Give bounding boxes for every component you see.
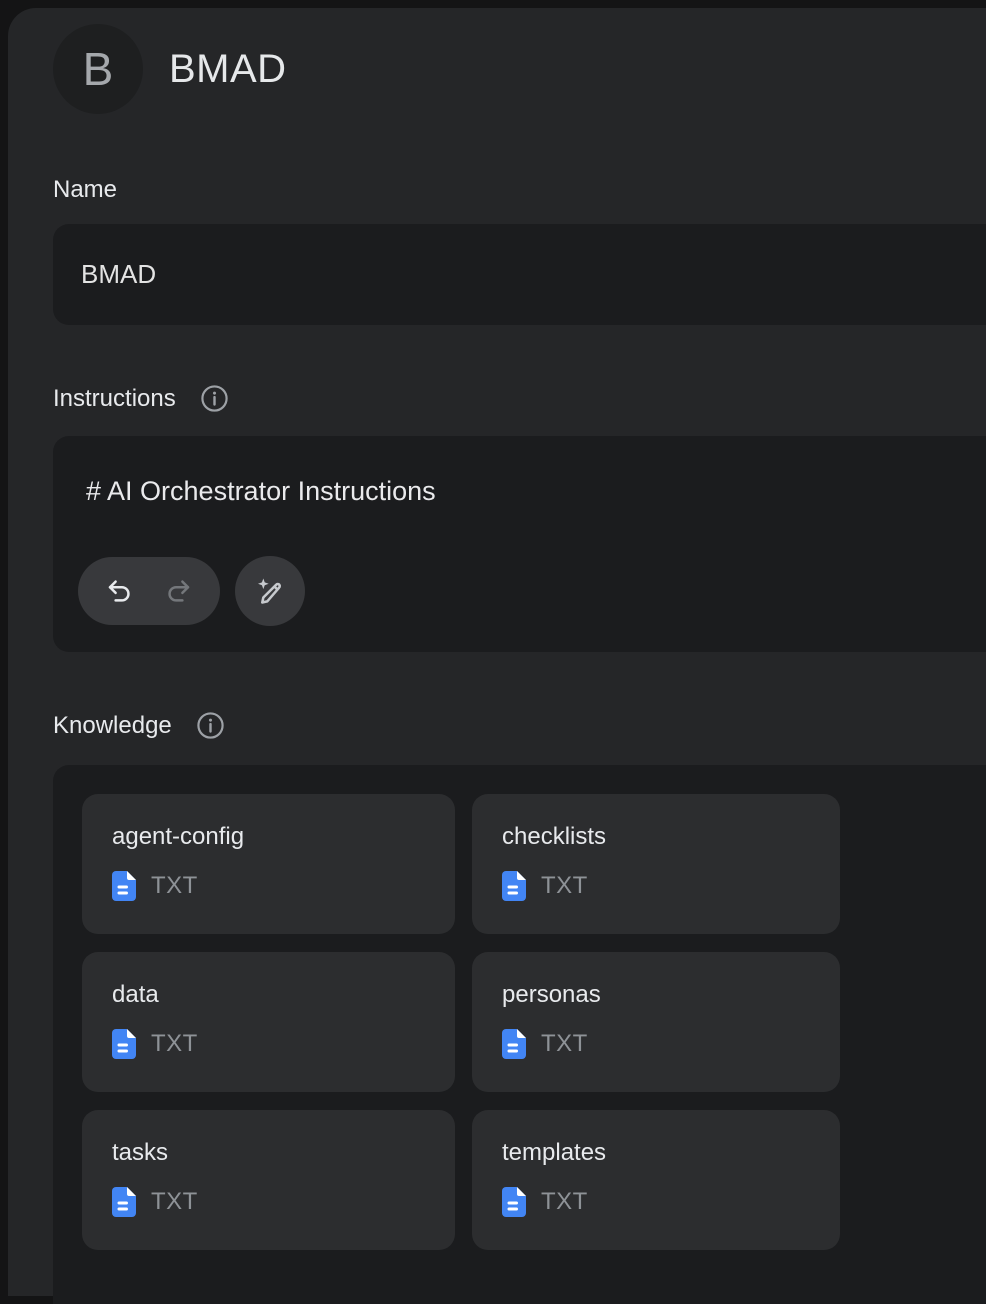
file-name: tasks [112,1140,455,1166]
blue-document-icon [112,1029,136,1059]
knowledge-file-card[interactable]: templates TXT [472,1110,840,1250]
knowledge-file-card[interactable]: agent-config TXT [82,794,455,934]
knowledge-label: Knowledge [53,712,172,740]
knowledge-file-card[interactable]: personas TXT [472,952,840,1092]
info-icon[interactable] [200,384,229,413]
file-type: TXT [541,1188,588,1216]
gem-editor-panel: B BMAD Name Instructions # AI Orchestrat… [8,8,986,1296]
instructions-editor[interactable]: # AI Orchestrator Instructions [53,436,986,652]
file-name: data [112,982,455,1008]
knowledge-file-grid: agent-config TXT checklists TXT data [82,794,957,1250]
name-label: Name [53,176,986,204]
page-title: BMAD [169,47,287,92]
file-name: templates [502,1140,840,1166]
rewrite-with-ai-button[interactable] [235,556,305,626]
redo-button[interactable] [163,576,193,606]
avatar-letter: B [83,42,114,96]
knowledge-file-card[interactable]: checklists TXT [472,794,840,934]
file-name: checklists [502,824,840,850]
file-type: TXT [151,872,198,900]
undo-button[interactable] [105,576,135,606]
knowledge-file-card[interactable]: tasks TXT [82,1110,455,1250]
gem-avatar: B [53,24,143,114]
blue-document-icon [502,1029,526,1059]
magic-pencil-icon [254,575,286,607]
info-icon[interactable] [196,711,225,740]
file-type: TXT [541,1030,588,1058]
redo-icon [163,576,193,606]
undo-redo-group [78,557,220,625]
blue-document-icon [112,1187,136,1217]
gem-header: B BMAD [53,8,986,114]
undo-icon [105,576,135,606]
knowledge-panel: agent-config TXT checklists TXT data [53,765,986,1304]
instructions-label: Instructions [53,385,176,413]
file-type: TXT [541,872,588,900]
instructions-text[interactable]: # AI Orchestrator Instructions [53,436,986,508]
file-name: personas [502,982,840,1008]
name-input[interactable] [53,224,986,325]
knowledge-file-card[interactable]: data TXT [82,952,455,1092]
blue-document-icon [112,871,136,901]
instructions-toolbar [78,556,305,626]
blue-document-icon [502,1187,526,1217]
file-name: agent-config [112,824,455,850]
blue-document-icon [502,871,526,901]
file-type: TXT [151,1188,198,1216]
file-type: TXT [151,1030,198,1058]
